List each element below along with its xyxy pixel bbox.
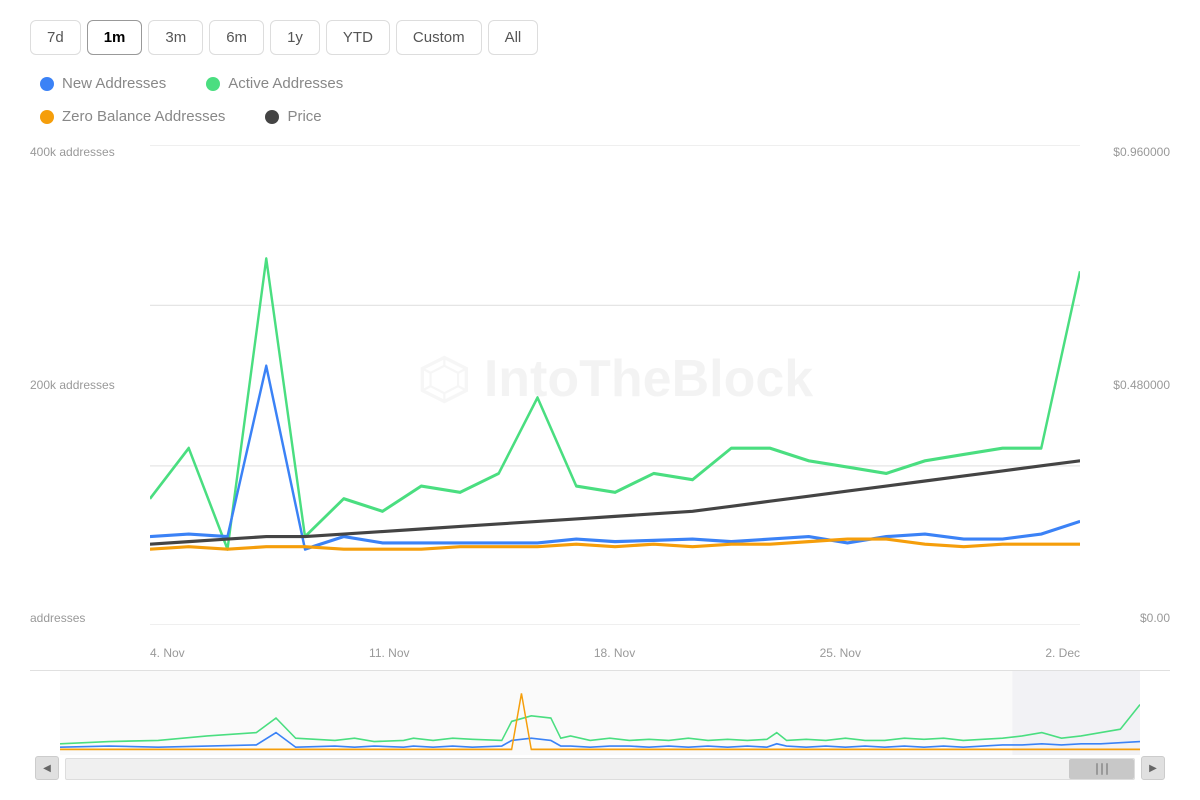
time-filter-all[interactable]: All: [488, 20, 539, 55]
y-axis-right: $0.960000 $0.480000 $0.00: [1080, 145, 1170, 625]
time-filter-bar: 7d1m3m6m1yYTDCustomAll: [30, 20, 1170, 55]
legend-item-price: Price: [265, 108, 321, 125]
legend-label-new-addresses: New Addresses: [62, 75, 166, 92]
scroll-right-button[interactable]: ▶: [1141, 756, 1165, 780]
y-label-bot-left: addresses: [30, 611, 150, 625]
legend-dot-new-addresses: [40, 77, 54, 91]
y-label-mid-left: 200k addresses: [30, 378, 150, 392]
scroll-track: [65, 758, 1135, 780]
y-label-mid-right: $0.480000: [1080, 378, 1170, 392]
time-filter-7d[interactable]: 7d: [30, 20, 81, 55]
chart-legend: New Addresses Active AddressesZero Balanc…: [30, 75, 1170, 125]
legend-item-new-addresses: New Addresses: [40, 75, 166, 92]
mini-chart-svg: [60, 671, 1140, 755]
scroll-left-button[interactable]: ◀: [35, 756, 59, 780]
scroll-grip-1: [1096, 763, 1098, 775]
legend-item-active-addresses: Active Addresses: [206, 75, 343, 92]
legend-label-price: Price: [287, 108, 321, 125]
scroll-grip-2: [1101, 763, 1103, 775]
legend-label-zero-balance: Zero Balance Addresses: [62, 108, 225, 125]
y-axis-left: 400k addresses 200k addresses addresses: [30, 145, 150, 625]
x-label-3: 25. Nov: [820, 646, 861, 660]
time-filter-1m[interactable]: 1m: [87, 20, 143, 55]
chart-svg-wrapper: IntoTheBlock: [150, 145, 1080, 625]
y-label-top-left: 400k addresses: [30, 145, 150, 159]
main-chart-svg: [150, 145, 1080, 625]
y-label-bot-right: $0.00: [1080, 611, 1170, 625]
legend-dot-price: [265, 110, 279, 124]
main-container: 7d1m3m6m1yYTDCustomAll New Addresses Acti…: [0, 0, 1200, 800]
mini-chart-inner: [60, 671, 1140, 755]
main-chart-area: 400k addresses 200k addresses addresses …: [30, 145, 1170, 665]
x-label-1: 11. Nov: [369, 646, 409, 660]
x-label-4: 2. Dec: [1045, 646, 1080, 660]
time-filter-ytd[interactable]: YTD: [326, 20, 390, 55]
scroll-grip-3: [1106, 763, 1108, 775]
chart-wrapper: 400k addresses 200k addresses addresses …: [30, 145, 1170, 780]
x-label-0: 4. Nov: [150, 646, 185, 660]
legend-dot-active-addresses: [206, 77, 220, 91]
legend-dot-zero-balance: [40, 110, 54, 124]
scroll-thumb[interactable]: [1069, 759, 1134, 779]
time-filter-1y[interactable]: 1y: [270, 20, 320, 55]
y-label-top-right: $0.960000: [1080, 145, 1170, 159]
x-axis: 4. Nov 11. Nov 18. Nov 25. Nov 2. Dec: [150, 646, 1080, 660]
mini-chart: 2020 2022 2024 ◀ ▶: [30, 670, 1170, 780]
legend-label-active-addresses: Active Addresses: [228, 75, 343, 92]
x-label-2: 18. Nov: [594, 646, 635, 660]
time-filter-3m[interactable]: 3m: [148, 20, 203, 55]
time-filter-custom[interactable]: Custom: [396, 20, 482, 55]
legend-item-zero-balance: Zero Balance Addresses: [40, 108, 225, 125]
time-filter-6m[interactable]: 6m: [209, 20, 264, 55]
